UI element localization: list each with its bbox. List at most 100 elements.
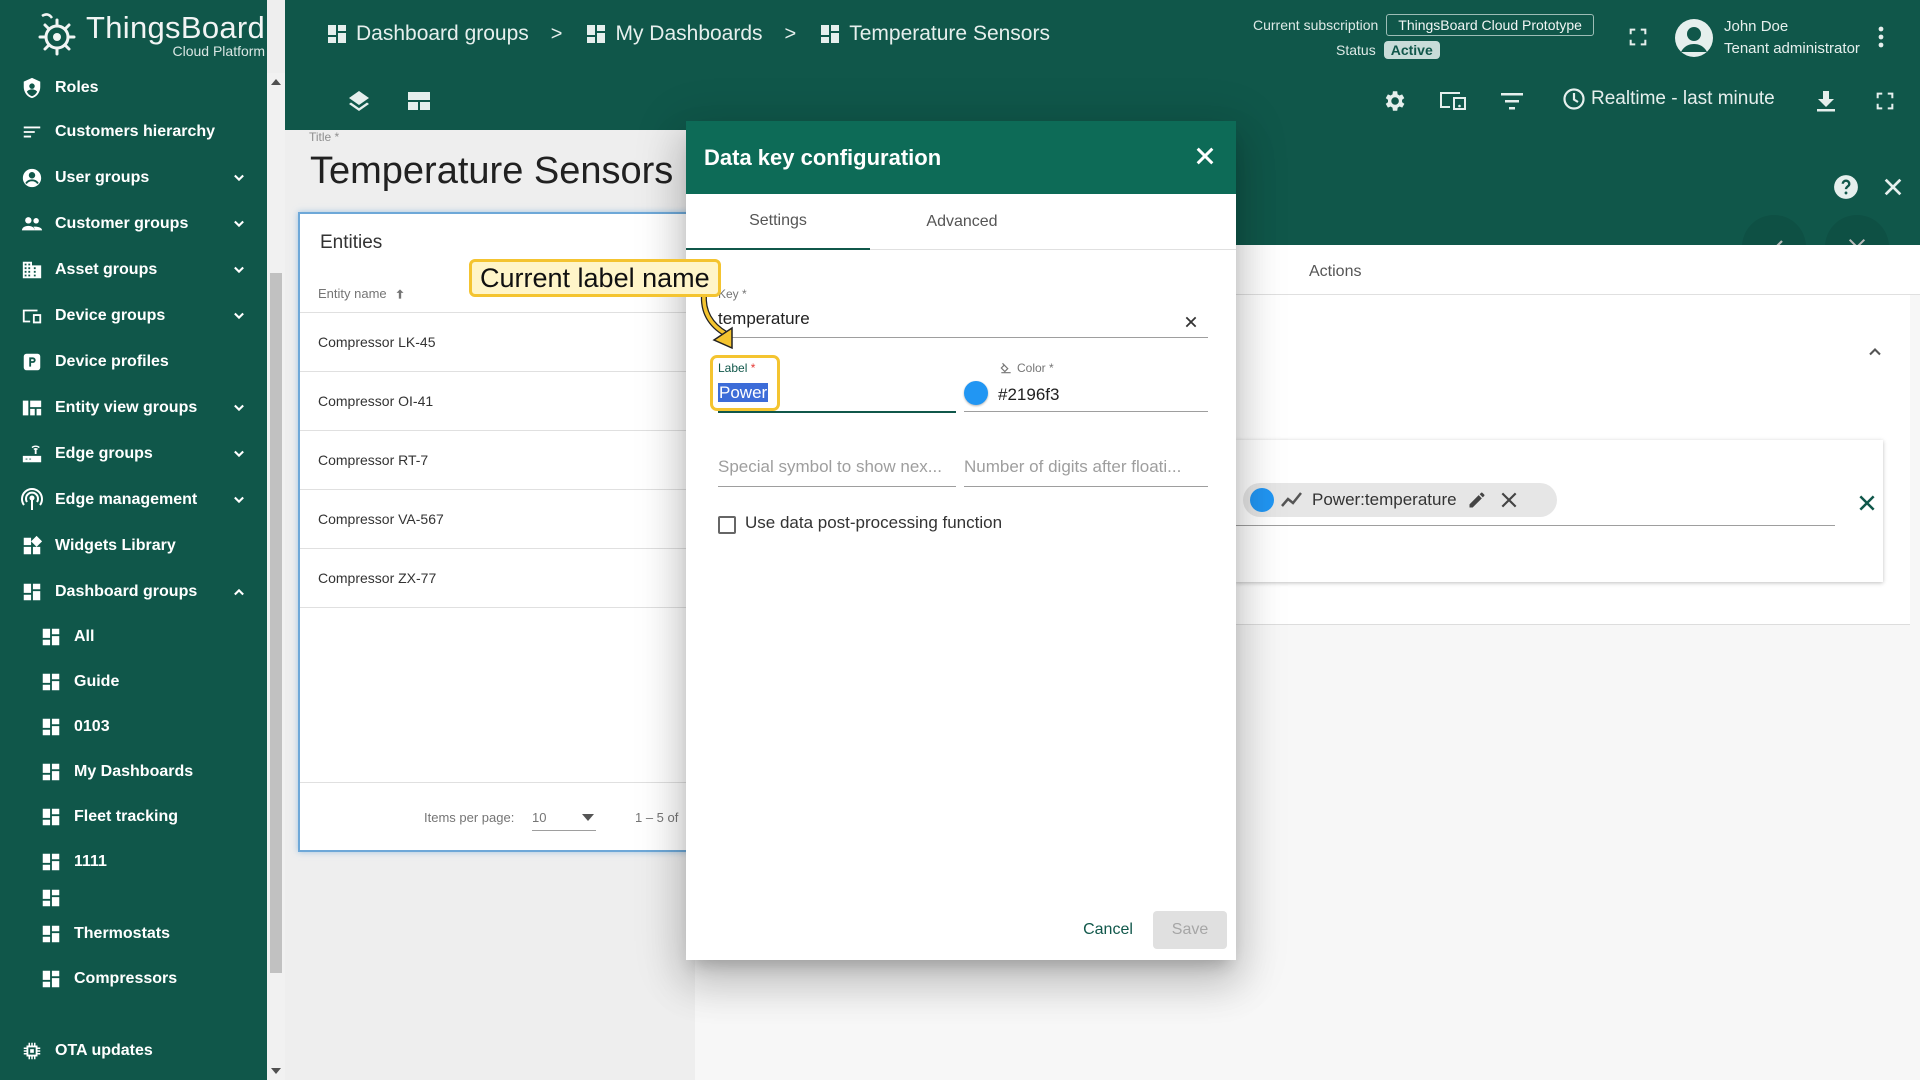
sidebar-subitem-my-dashboards[interactable]: My Dashboards (0, 750, 267, 794)
key-field-label: Key * (718, 287, 747, 301)
table-row[interactable]: Compressor LK-45 (300, 312, 710, 371)
sidebar-item-customers-hierarchy[interactable]: Customers hierarchy (0, 110, 267, 154)
devices-button[interactable] (1438, 86, 1468, 116)
table-row[interactable]: Compressor VA-567 (300, 489, 710, 548)
dialog-close-button[interactable] (1194, 145, 1218, 169)
chevron-down-icon[interactable] (229, 490, 249, 510)
chevron-down-icon[interactable] (229, 444, 249, 464)
sidebar-item-asset-groups[interactable]: Asset groups (0, 248, 267, 292)
chevron-down-icon[interactable] (229, 260, 249, 280)
widgets-icon (19, 533, 45, 559)
postprocessing-label[interactable]: Use data post-processing function (745, 513, 1002, 533)
units-placeholder: Special symbol to show nex... (718, 457, 942, 476)
scroll-down-arrow-icon[interactable] (271, 1068, 281, 1074)
user-name: John Doe (1724, 18, 1789, 35)
clear-icon[interactable] (1184, 315, 1198, 329)
dashboard-fullscreen-button[interactable] (1870, 86, 1900, 116)
key-field[interactable]: Key * temperature (718, 287, 1208, 337)
breadcrumb-separator: > (550, 22, 563, 45)
fullscreen-button[interactable] (1623, 22, 1653, 52)
items-per-page-select[interactable]: 10 (532, 805, 596, 831)
sidebar-item-edge-groups[interactable]: Edge groups (0, 432, 267, 476)
timewindow-label: Realtime - last minute (1591, 88, 1775, 109)
tab-actions[interactable]: Actions (1309, 263, 1361, 281)
entity-name-column-header[interactable]: Entity name (318, 286, 407, 301)
table-row[interactable]: Compressor ZX-77 (300, 548, 710, 607)
sidebar-item-label: Edge management (55, 491, 198, 508)
sidebar-item-customer-groups[interactable]: Customer groups (0, 202, 267, 246)
postprocessing-checkbox[interactable] (718, 516, 736, 534)
entities-widget[interactable]: Entities Entity name Compressor LK-45 Co… (298, 212, 710, 852)
edit-icon[interactable] (1467, 490, 1487, 510)
settings-button[interactable] (1379, 86, 1409, 116)
close-editor-button[interactable] (1882, 176, 1904, 198)
widget-editor-header (1235, 130, 1920, 245)
user-menu[interactable]: John Doe Tenant administrator (1675, 16, 1860, 60)
view-quilt-icon (19, 395, 45, 421)
key-field-underline (718, 337, 1208, 338)
dashboard-icon (19, 579, 45, 605)
table-row[interactable]: Compressor OI-41 (300, 371, 710, 430)
dashboard-title[interactable]: Temperature Sensors (310, 150, 673, 193)
sidebar-subitem-compressors[interactable]: Compressors (0, 957, 267, 1001)
units-input[interactable]: Special symbol to show nex... (718, 457, 958, 487)
sidebar-item-label: All (74, 628, 95, 645)
sidebar-scrollbar[interactable] (267, 73, 285, 1080)
key-field-value: temperature (718, 309, 810, 328)
layers-button[interactable] (344, 86, 374, 116)
sidebar-subitem-guide[interactable]: Guide (0, 660, 267, 704)
scrollbar-thumb[interactable] (270, 273, 282, 973)
sidebar-subitem-0103[interactable]: 0103 (0, 705, 267, 749)
sidebar-item-dashboard-groups[interactable]: Dashboard groups (0, 570, 267, 614)
decimals-input[interactable]: Number of digits after floati... (964, 457, 1208, 487)
export-button[interactable] (1811, 86, 1841, 116)
color-field[interactable]: Color * #2196f3 (964, 361, 1208, 409)
sidebar-item-ota-updates[interactable]: OTA updates (0, 1029, 267, 1073)
sidebar-item-user-groups[interactable]: User groups (0, 156, 267, 200)
color-swatch[interactable] (964, 381, 988, 405)
sidebar-subitem-all[interactable]: All (0, 615, 267, 659)
sidebar-item-label: Edge groups (55, 445, 153, 462)
chevron-down-icon[interactable] (229, 398, 249, 418)
close-icon (1884, 178, 1902, 196)
title-field-label: Title * (309, 130, 340, 144)
filter-button[interactable] (1497, 86, 1527, 116)
chevron-up-icon[interactable] (229, 582, 249, 602)
breadcrumb-my-dashboards[interactable]: My Dashboards (584, 22, 763, 46)
chevron-down-icon[interactable] (229, 168, 249, 188)
filter-list-icon (1501, 93, 1523, 110)
close-icon[interactable] (1857, 493, 1877, 513)
breadcrumb-separator: > (784, 22, 797, 45)
chevron-up-icon[interactable] (1865, 342, 1885, 362)
sidebar-item-widgets-library[interactable]: Widgets Library (0, 524, 267, 568)
sidebar-subitem-fleet-tracking[interactable]: Fleet tracking (0, 795, 267, 839)
chevron-down-icon[interactable] (229, 306, 249, 326)
sidebar-subitem-thermostats[interactable]: Thermostats (0, 912, 267, 956)
data-key-config-dialog: Data key configuration Settings Advanced… (686, 121, 1236, 960)
save-button[interactable]: Save (1153, 911, 1227, 949)
table-row[interactable]: Compressor RT-7 (300, 430, 710, 489)
more-menu-button[interactable] (1866, 22, 1896, 52)
scroll-up-arrow-icon[interactable] (271, 79, 281, 85)
close-icon[interactable] (1499, 490, 1519, 510)
breadcrumb: Dashboard groups > My Dashboards > Tempe… (325, 22, 1050, 46)
chevron-down-icon[interactable] (229, 214, 249, 234)
sidebar-item-entity-view-groups[interactable]: Entity view groups (0, 386, 267, 430)
layouts-button[interactable] (404, 86, 434, 116)
subscription-badge[interactable]: ThingsBoard Cloud Prototype (1386, 14, 1594, 36)
sidebar-item-device-groups[interactable]: Device groups (0, 294, 267, 338)
view-agenda-icon (408, 92, 430, 110)
tab-settings[interactable]: Settings (686, 194, 870, 250)
tab-advanced[interactable]: Advanced (870, 194, 1054, 250)
brand-logo[interactable]: ThingsBoard Cloud Platform (0, 0, 267, 70)
sidebar-item-device-profiles[interactable]: Device profiles (0, 340, 267, 384)
sidebar-item-roles[interactable]: Roles (0, 66, 267, 110)
datakey-chip[interactable]: Power: temperature (1243, 483, 1557, 517)
breadcrumb-dashboard-groups[interactable]: Dashboard groups (325, 22, 529, 46)
sidebar-item-edge-management[interactable]: Edge management (0, 478, 267, 522)
help-button[interactable] (1833, 174, 1859, 200)
help-icon (1834, 175, 1858, 199)
cancel-button[interactable]: Cancel (1066, 911, 1150, 949)
timewindow-button[interactable]: Realtime - last minute (1562, 87, 1775, 111)
sidebar-item-label: Asset groups (55, 261, 158, 278)
